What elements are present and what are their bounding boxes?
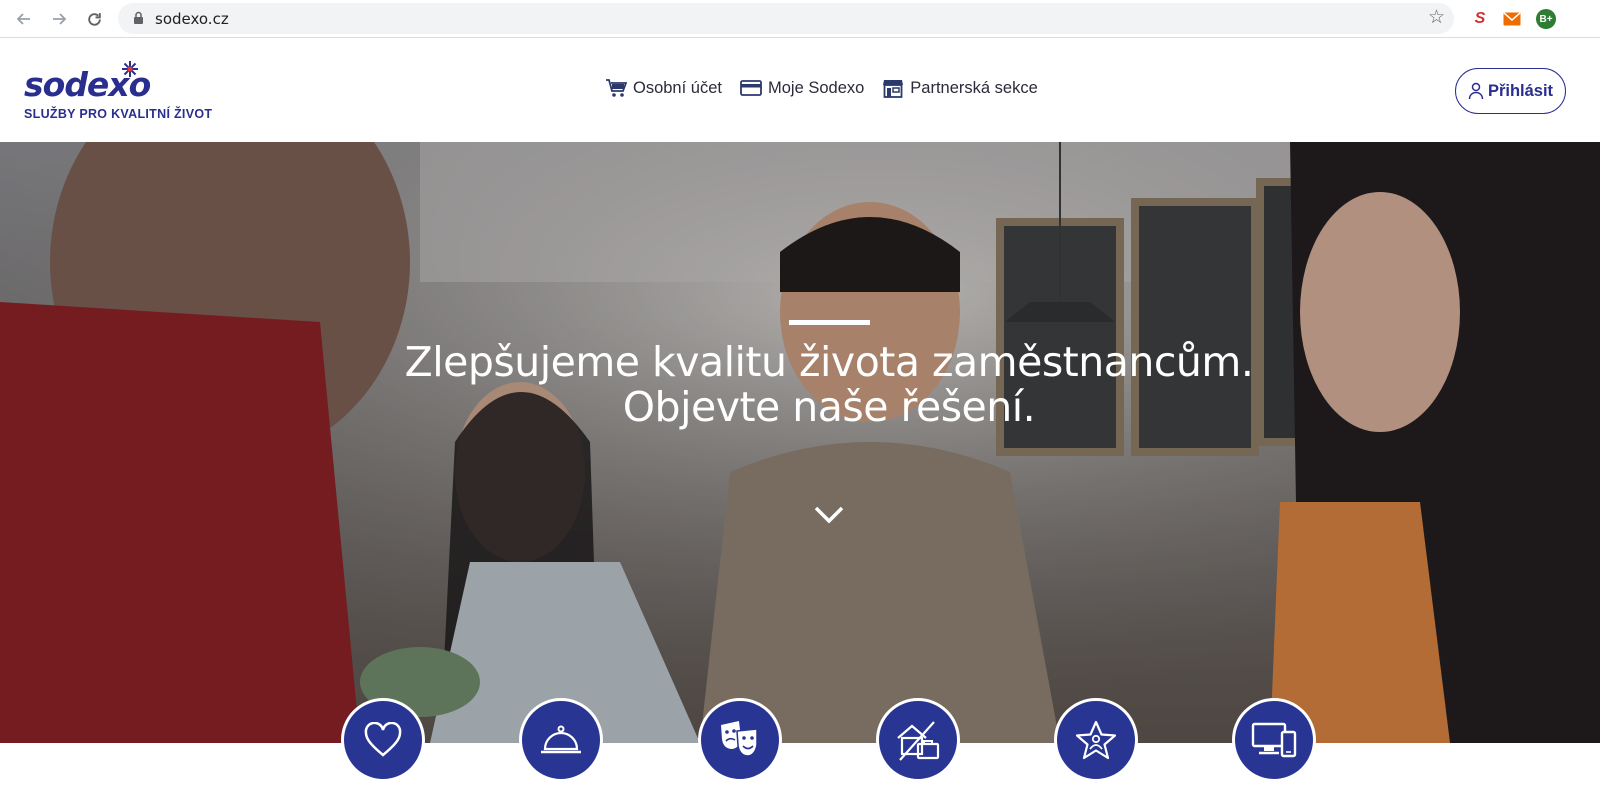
category-theater-button[interactable]: [698, 698, 782, 782]
nav-moje-sodexo[interactable]: Moje Sodexo: [740, 79, 864, 98]
theater-masks-icon: [721, 721, 758, 757]
main-navigation: Osobní účet Moje Sodexo Partnerská sekce: [605, 77, 1038, 99]
browser-toolbar: sodexo.cz ☆ S B+: [0, 0, 1600, 38]
nav-label: Osobní účet: [633, 78, 722, 97]
bookmark-star-icon[interactable]: ☆: [1428, 8, 1445, 27]
hero-heading: Zlepšujeme kvalitu života zaměstnancům. …: [0, 340, 1600, 430]
category-benefits-button[interactable]: [1054, 698, 1138, 782]
chevron-down-icon[interactable]: [813, 504, 845, 526]
reload-icon[interactable]: [82, 7, 106, 31]
sodexo-logo[interactable]: sodexo SLUŽBY PRO KVALITNÍ ŽIVOT: [24, 61, 224, 123]
nav-osobni-ucet[interactable]: Osobní účet: [605, 78, 722, 98]
credit-card-icon: [740, 80, 762, 96]
badge-extension-icon[interactable]: B+: [1536, 9, 1556, 29]
shopping-cart-icon: [606, 79, 627, 97]
category-heart-button[interactable]: [341, 698, 425, 782]
nav-label: Partnerská sekce: [910, 78, 1038, 97]
back-arrow-icon[interactable]: [12, 7, 36, 31]
user-icon: [1468, 82, 1484, 100]
category-icons: [0, 698, 1600, 797]
mail-extension-icon[interactable]: [1502, 9, 1522, 29]
category-devices-button[interactable]: [1232, 698, 1316, 782]
logo-tagline: SLUŽBY PRO KVALITNÍ ŽIVOT: [24, 107, 213, 121]
hero-heading-line1: Zlepšujeme kvalitu života zaměstnancům.: [404, 338, 1254, 386]
forward-arrow-icon[interactable]: [47, 7, 71, 31]
hero-heading-line2: Objevte naše řešení.: [622, 383, 1036, 431]
storefront-icon: [883, 80, 904, 98]
logo-star-icon: [122, 61, 138, 77]
category-home-office-button[interactable]: [876, 698, 960, 782]
lock-icon: [133, 11, 144, 30]
url-text: sodexo.cz: [155, 10, 229, 28]
devices-icon: [1251, 722, 1297, 758]
category-cloche-button[interactable]: [519, 698, 603, 782]
nav-partnerska-sekce[interactable]: Partnerská sekce: [882, 77, 1038, 99]
home-office-icon: [897, 721, 940, 761]
address-bar[interactable]: sodexo.cz ☆: [118, 3, 1454, 34]
badge-extension-text: B+: [1539, 13, 1553, 25]
login-label: Přihlásit: [1487, 81, 1554, 100]
site-header: sodexo SLUŽBY PRO KVALITNÍ ŽIVOT Osobní …: [0, 39, 1600, 142]
cloche-icon: [541, 725, 581, 754]
hero-overlay: [0, 142, 1600, 743]
login-button[interactable]: Přihlásit: [1455, 68, 1566, 114]
hero-accent-bar: [789, 320, 870, 325]
sodexo-extension-icon[interactable]: S: [1470, 9, 1490, 29]
heart-icon: [364, 722, 402, 757]
star-person-icon: [1075, 720, 1117, 760]
hero-banner: Zlepšujeme kvalitu života zaměstnancům. …: [0, 142, 1600, 743]
nav-label: Moje Sodexo: [767, 78, 865, 97]
